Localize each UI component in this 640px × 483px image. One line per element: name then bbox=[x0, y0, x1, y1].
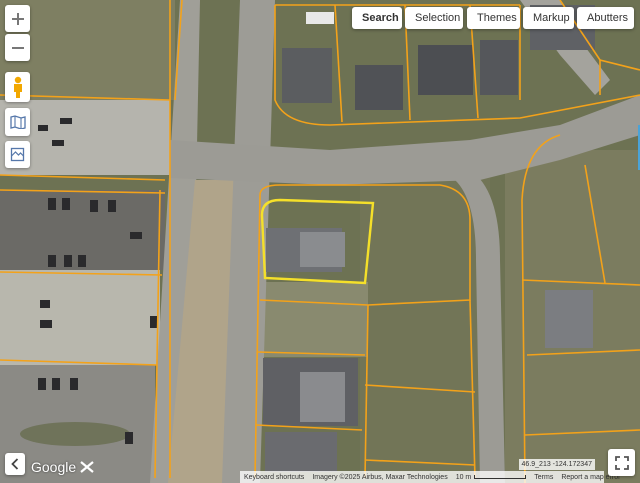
satellite-map[interactable] bbox=[0, 0, 640, 483]
zoom-in-button[interactable] bbox=[5, 5, 30, 32]
abutters-button[interactable]: Abutters bbox=[577, 7, 634, 29]
themes-label: Themes bbox=[477, 12, 517, 24]
house-roof bbox=[265, 432, 337, 472]
map-attribution: Keyboard shortcuts Imagery ©2025 Airbus,… bbox=[240, 471, 620, 483]
minus-icon bbox=[11, 46, 24, 49]
house-roof bbox=[282, 48, 332, 103]
street-view-pegman[interactable] bbox=[5, 72, 30, 102]
reticle-icon bbox=[80, 461, 94, 473]
map-type-button[interactable] bbox=[5, 108, 30, 136]
scale-bar: 10 m bbox=[452, 474, 531, 481]
markup-button[interactable]: Markup bbox=[523, 7, 574, 29]
pegman-icon bbox=[13, 76, 22, 98]
layers-icon bbox=[10, 147, 25, 162]
google-logo: Google bbox=[31, 459, 77, 475]
house-roof bbox=[418, 45, 473, 95]
map-icon bbox=[9, 115, 26, 129]
scale-label: 10 m bbox=[455, 473, 472, 481]
themes-button[interactable]: Themes bbox=[467, 7, 520, 29]
zoom-out-button[interactable] bbox=[5, 34, 30, 61]
imagery-credit: Imagery ©2025 Airbus, Maxar Technologies bbox=[312, 473, 448, 481]
fullscreen-icon bbox=[614, 455, 629, 470]
selection-button[interactable]: Selection bbox=[405, 7, 463, 29]
house-roof bbox=[545, 290, 593, 348]
selection-label: Selection bbox=[415, 12, 461, 24]
scale-line bbox=[474, 475, 527, 479]
markup-label: Markup bbox=[533, 12, 570, 24]
coordinate-readout: 46.9_213 -124.172347 bbox=[518, 459, 595, 470]
keyboard-shortcuts-link[interactable]: Keyboard shortcuts bbox=[240, 474, 308, 481]
plus-icon bbox=[11, 12, 24, 25]
house-roof bbox=[355, 65, 403, 110]
collapse-panel-button[interactable] bbox=[5, 453, 25, 475]
house-roof bbox=[480, 40, 518, 95]
layer-button[interactable] bbox=[5, 141, 30, 168]
abutters-label: Abutters bbox=[587, 12, 628, 24]
search-label: Search bbox=[362, 12, 399, 24]
fullscreen-button[interactable] bbox=[608, 449, 635, 476]
chevron-left-icon bbox=[11, 458, 19, 470]
terms-link[interactable]: Terms bbox=[530, 474, 557, 481]
search-button[interactable]: Search bbox=[352, 7, 402, 29]
